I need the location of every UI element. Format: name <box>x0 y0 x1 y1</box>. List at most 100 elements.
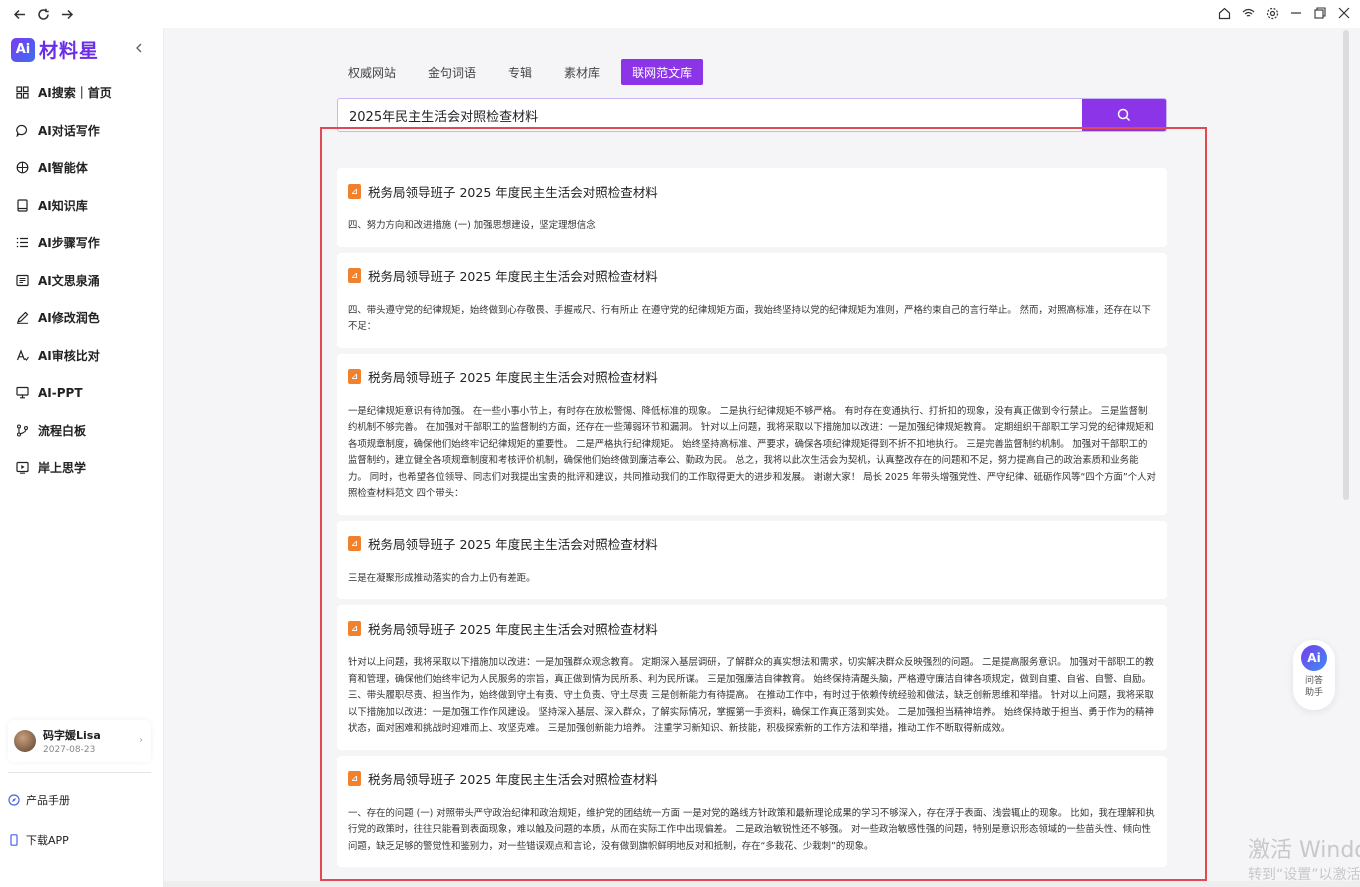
brand[interactable]: Ai 材料星 <box>11 36 99 63</box>
tab-authoritative-sites[interactable]: 权威网站 <box>337 59 407 85</box>
assistant-label-line2: 助手 <box>1304 688 1323 698</box>
results-list: ⊿ 税务局领导班子 2025 年度民主生活会对照检查材料 四、努力方向和改进措施… <box>337 168 1167 873</box>
assistant-label-line1: 问答 <box>1304 676 1323 686</box>
result-title[interactable]: ⊿ 税务局领导班子 2025 年度民主生活会对照检查材料 <box>348 267 1156 285</box>
user-date: 2027-08-23 <box>43 745 96 755</box>
qa-assistant-button[interactable]: Ai 问答 助手 <box>1293 640 1335 710</box>
collapse-sidebar-button[interactable] <box>132 40 146 54</box>
close-button[interactable] <box>1336 3 1352 23</box>
compass-icon <box>8 794 20 806</box>
home-icon <box>1218 7 1230 19</box>
download-app-label: 下载APP <box>26 834 69 847</box>
sidebar-item-label: AI审核比对 <box>38 348 100 363</box>
result-title-text: 税务局领导班子 2025 年度民主生活会对照检查材料 <box>368 370 658 385</box>
sidebar-item-ai-agent[interactable]: AI智能体 <box>0 149 164 187</box>
pdf-icon: ⊿ <box>348 369 361 384</box>
home-button[interactable] <box>1216 3 1232 23</box>
result-snippet: 三是在凝聚形成推动落实的合力上仍有差距。 <box>348 572 536 584</box>
restore-button[interactable] <box>1312 3 1328 23</box>
result-card[interactable]: ⊿ 税务局领导班子 2025 年度民主生活会对照检查材料 一是纪律规矩意识有待加… <box>337 353 1167 515</box>
back-button[interactable] <box>8 3 30 25</box>
result-card[interactable]: ⊿ 税务局领导班子 2025 年度民主生活会对照检查材料 三是在凝聚形成推动落实… <box>337 520 1167 599</box>
result-card[interactable]: ⊿ 税务局领导班子 2025 年度民主生活会对照检查材料 四、努力方向和改进措施… <box>337 168 1167 247</box>
text-check-icon <box>15 348 29 362</box>
result-title-text: 税务局领导班子 2025 年度民主生活会对照检查材料 <box>368 772 658 787</box>
chat-bubble-icon <box>15 123 29 137</box>
settings-button[interactable] <box>1264 3 1280 23</box>
result-snippet: 四、努力方向和改进措施 (一) 加强思想建设，坚定理想信念 <box>348 220 596 231</box>
flow-icon <box>15 423 29 437</box>
sidebar-item-ai-review[interactable]: AI审核比对 <box>0 337 164 375</box>
result-title-text: 税务局领导班子 2025 年度民主生活会对照检查材料 <box>368 537 658 552</box>
tab-material-library[interactable]: 素材库 <box>553 59 611 85</box>
sidebar-item-ai-polish[interactable]: AI修改润色 <box>0 299 164 337</box>
result-card[interactable]: ⊿ 税务局领导班子 2025 年度民主生活会对照检查材料 一、存在的问题 (一)… <box>337 755 1167 867</box>
sidebar-item-anshang-sixue[interactable]: 岸上思学 <box>0 449 164 487</box>
grid-icon <box>15 86 29 100</box>
sidebar-item-ai-ppt[interactable]: AI-PPT <box>0 374 164 412</box>
arrow-right-icon <box>61 9 73 19</box>
gear-icon <box>1266 7 1278 19</box>
result-title[interactable]: ⊿ 税务局领导班子 2025 年度民主生活会对照检查材料 <box>348 770 1156 788</box>
browser-nav <box>8 3 78 25</box>
product-manual-label: 产品手册 <box>26 794 70 807</box>
tab-online-sample-library[interactable]: 联网范文库 <box>621 59 704 85</box>
sidebar-item-label: AI智能体 <box>38 161 88 176</box>
forward-button[interactable] <box>56 3 78 25</box>
search-icon <box>1117 108 1131 122</box>
sidebar-item-label: 流程白板 <box>38 423 87 438</box>
play-screen-icon <box>15 461 29 475</box>
reload-button[interactable] <box>32 3 54 25</box>
result-title[interactable]: ⊿ 税务局领导班子 2025 年度民主生活会对照检查材料 <box>348 368 1156 386</box>
result-title[interactable]: ⊿ 税务局领导班子 2025 年度民主生活会对照检查材料 <box>348 535 1156 553</box>
sidebar-item-ai-chat-writing[interactable]: AI对话写作 <box>0 112 164 150</box>
sidebar-item-label: AI修改润色 <box>38 311 100 326</box>
result-title[interactable]: ⊿ 税务局领导班子 2025 年度民主生活会对照检查材料 <box>348 619 1156 637</box>
sidebar-item-ai-knowledge[interactable]: AI知识库 <box>0 187 164 225</box>
brand-logo: Ai <box>11 37 35 62</box>
sidebar-item-label: AI步骤写作 <box>38 236 100 251</box>
sidebar-item-flow-whiteboard[interactable]: 流程白板 <box>0 412 164 450</box>
bottom-strip <box>164 881 1360 887</box>
tab-golden-sentences[interactable]: 金句词语 <box>417 59 487 85</box>
chevron-right-icon: › <box>139 735 143 746</box>
sidebar-item-label: AI对话写作 <box>38 123 100 138</box>
result-snippet: 四、带头遵守党的纪律规矩，始终做到心存敬畏、手握戒尺、行有所止 在遵守党的纪律规… <box>348 304 1151 333</box>
assistant-label: 问答 助手 <box>1305 675 1323 699</box>
result-snippet: 针对以上问题，我将采取以下措施加以改进：一是加强群众观念教育。 定期深入基层调研… <box>348 657 1154 734</box>
user-card[interactable]: 码字媛Lisa 2027-08-23 › <box>8 720 151 762</box>
result-card[interactable]: ⊿ 税务局领导班子 2025 年度民主生活会对照检查材料 四、带头遵守党的纪律规… <box>337 252 1167 348</box>
sidebar-divider <box>8 772 151 773</box>
result-snippet: 一是纪律规矩意识有待加强。 在一些小事小节上，有时存在放松警惕、降低标准的现象。… <box>348 405 1156 500</box>
result-card[interactable]: ⊿ 税务局领导班子 2025 年度民主生活会对照检查材料 针对以上问题，我将采取… <box>337 605 1167 750</box>
restore-icon <box>1314 7 1326 19</box>
minimize-icon <box>1291 12 1301 14</box>
close-icon <box>1338 7 1350 19</box>
result-title[interactable]: ⊿ 税务局领导班子 2025 年度民主生活会对照检查材料 <box>348 182 1156 200</box>
sidebar-item-label: AI文思泉涌 <box>38 273 100 288</box>
minimize-button[interactable] <box>1288 3 1304 23</box>
pdf-icon: ⊿ <box>348 268 361 283</box>
wifi-shield-icon <box>1242 8 1254 17</box>
sidebar-item-ai-search[interactable]: AI搜索｜首页 <box>0 74 164 112</box>
sidebar-item-label: AI知识库 <box>38 198 88 213</box>
pen-icon <box>15 311 29 325</box>
watermark-line2: 转到“设置”以激活 Windows。 <box>1248 867 1360 883</box>
product-manual-link[interactable]: 产品手册 <box>8 792 70 808</box>
pdf-icon: ⊿ <box>348 620 361 636</box>
shield-button[interactable] <box>1240 3 1256 23</box>
avatar <box>14 730 36 752</box>
pdf-icon: ⊿ <box>348 771 361 786</box>
book-icon <box>15 198 29 212</box>
tab-albums[interactable]: 专辑 <box>497 59 543 85</box>
scrollbar[interactable] <box>1343 30 1349 500</box>
result-title-text: 税务局领导班子 2025 年度民主生活会对照检查材料 <box>368 184 658 200</box>
sidebar-item-label: 岸上思学 <box>38 461 87 476</box>
brand-name: 材料星 <box>39 40 100 62</box>
sidebar-item-ai-step-writing[interactable]: AI步骤写作 <box>0 224 164 262</box>
result-snippet: 一、存在的问题 (一) 对照带头严守政治纪律和政治规矩，维护党的团结统一方面 一… <box>348 807 1155 852</box>
sidebar-item-ai-inspiration[interactable]: AI文思泉涌 <box>0 262 164 300</box>
download-app-link[interactable]: 下载APP <box>8 832 69 848</box>
result-title-text: 税务局领导班子 2025 年度民主生活会对照检查材料 <box>368 269 658 284</box>
chevron-left-icon <box>136 43 142 53</box>
